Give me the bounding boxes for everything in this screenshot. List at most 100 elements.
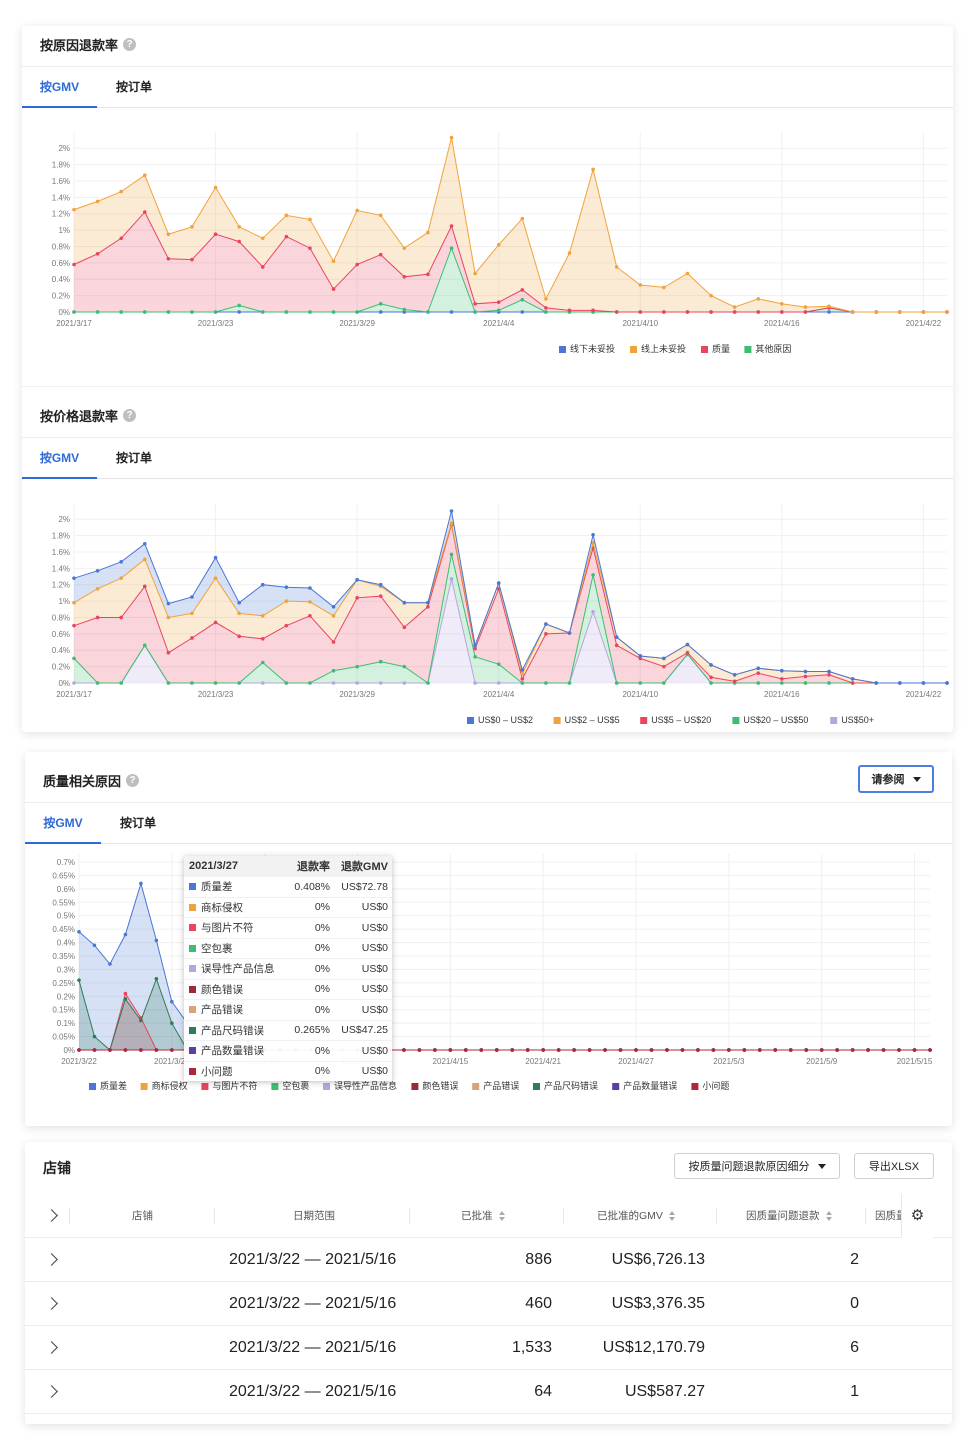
data-point[interactable]	[662, 664, 666, 669]
data-point[interactable]	[123, 1048, 128, 1052]
data-point[interactable]	[237, 239, 241, 244]
legend-swatch[interactable]	[271, 1083, 279, 1090]
data-point[interactable]	[756, 671, 761, 675]
legend-swatch[interactable]	[467, 717, 474, 724]
data-point[interactable]	[92, 1048, 97, 1052]
col-approved-gmv[interactable]: 已批准的GMV	[597, 1194, 675, 1238]
data-point[interactable]	[662, 285, 666, 290]
data-point[interactable]	[72, 310, 76, 314]
data-point[interactable]	[142, 643, 147, 648]
data-point[interactable]	[142, 584, 147, 589]
data-point[interactable]	[803, 674, 808, 679]
legend-swatch[interactable]	[472, 1083, 480, 1090]
data-point[interactable]	[166, 232, 171, 236]
data-point[interactable]	[119, 559, 123, 564]
data-point[interactable]	[638, 283, 643, 287]
data-point[interactable]	[898, 681, 902, 685]
data-point[interactable]	[541, 1048, 545, 1052]
data-point[interactable]	[355, 681, 359, 685]
data-point[interactable]	[850, 677, 855, 681]
legend-swatch[interactable]	[612, 1083, 620, 1090]
data-point[interactable]	[827, 669, 831, 674]
data-point[interactable]	[496, 662, 501, 666]
data-point[interactable]	[591, 167, 595, 172]
tab-by-gmv[interactable]: 按GMV	[22, 66, 97, 108]
data-point[interactable]	[473, 310, 477, 314]
data-point[interactable]	[154, 1048, 159, 1052]
table-row[interactable]: 2021/3/22 — 2021/5/16 460 US$3,376.35 0	[25, 1282, 952, 1326]
data-point[interactable]	[567, 681, 572, 685]
data-point[interactable]	[803, 305, 808, 309]
data-point[interactable]	[402, 681, 407, 685]
data-point[interactable]	[520, 310, 525, 314]
data-point[interactable]	[520, 672, 525, 676]
data-point[interactable]	[544, 306, 548, 310]
data-point[interactable]	[638, 654, 643, 658]
data-point[interactable]	[213, 555, 218, 560]
data-point[interactable]	[544, 622, 548, 626]
data-point[interactable]	[378, 252, 383, 257]
data-point[interactable]	[496, 681, 501, 685]
data-point[interactable]	[260, 265, 265, 269]
data-point[interactable]	[544, 310, 548, 314]
data-point[interactable]	[237, 611, 241, 616]
data-point[interactable]	[142, 173, 147, 178]
legend-swatch[interactable]	[201, 1083, 209, 1090]
data-point[interactable]	[237, 225, 241, 229]
data-point[interactable]	[119, 576, 123, 580]
data-point[interactable]	[402, 625, 407, 630]
data-point[interactable]	[139, 1048, 143, 1052]
data-point[interactable]	[72, 262, 76, 267]
expand-row-icon[interactable]	[45, 1297, 58, 1310]
data-point[interactable]	[449, 521, 454, 526]
data-point[interactable]	[449, 577, 454, 581]
expand-row-icon[interactable]	[45, 1341, 58, 1354]
data-point[interactable]	[496, 300, 501, 304]
data-point[interactable]	[77, 1048, 81, 1052]
data-point[interactable]	[331, 605, 336, 609]
settings-gear-icon[interactable]: ⚙	[901, 1194, 933, 1238]
data-point[interactable]	[72, 681, 76, 685]
data-point[interactable]	[614, 310, 619, 314]
legend-swatch[interactable]	[732, 717, 740, 724]
legend-swatch[interactable]	[533, 1083, 540, 1090]
data-point[interactable]	[72, 576, 76, 580]
data-point[interactable]	[308, 681, 312, 685]
data-point[interactable]	[119, 615, 123, 620]
data-point[interactable]	[108, 1048, 112, 1052]
data-point[interactable]	[190, 636, 194, 640]
data-point[interactable]	[95, 310, 100, 314]
help-icon[interactable]: ?	[123, 409, 137, 422]
data-point[interactable]	[142, 557, 147, 562]
data-point[interactable]	[95, 681, 100, 685]
data-point[interactable]	[426, 600, 430, 605]
data-point[interactable]	[378, 213, 383, 218]
data-point[interactable]	[464, 1048, 468, 1052]
data-point[interactable]	[614, 265, 619, 269]
data-point[interactable]	[355, 578, 359, 582]
data-point[interactable]	[473, 643, 477, 648]
data-point[interactable]	[123, 991, 128, 996]
help-icon[interactable]: ?	[126, 774, 140, 787]
data-point[interactable]	[638, 310, 643, 314]
data-point[interactable]	[945, 310, 949, 314]
data-point[interactable]	[378, 310, 383, 314]
data-point[interactable]	[850, 1048, 855, 1052]
data-point[interactable]	[260, 681, 265, 685]
expand-row-icon[interactable]	[45, 1253, 58, 1266]
data-point[interactable]	[237, 303, 241, 308]
data-point[interactable]	[874, 310, 879, 314]
legend-swatch[interactable]	[691, 1083, 699, 1090]
data-point[interactable]	[921, 681, 926, 685]
tab-by-gmv[interactable]: 按GMV	[25, 802, 101, 844]
data-point[interactable]	[139, 1018, 143, 1023]
data-point[interactable]	[756, 666, 761, 671]
data-point[interactable]	[520, 681, 525, 685]
data-point[interactable]	[142, 310, 147, 314]
data-point[interactable]	[331, 287, 336, 291]
data-point[interactable]	[618, 1048, 623, 1052]
data-point[interactable]	[709, 663, 713, 667]
data-point[interactable]	[510, 1048, 515, 1052]
data-point[interactable]	[567, 631, 572, 635]
data-point[interactable]	[378, 681, 383, 685]
